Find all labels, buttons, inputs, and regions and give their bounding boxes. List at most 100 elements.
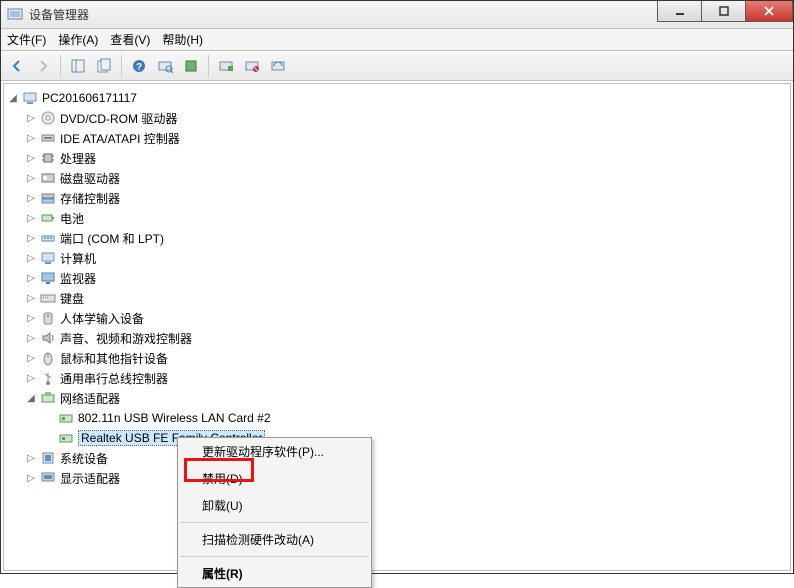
menu-file[interactable]: 文件(F): [7, 31, 46, 48]
category-icon: [40, 370, 56, 386]
category-icon: [40, 190, 56, 206]
tree-item[interactable]: ▷ IDE ATA/ATAPI 控制器: [6, 128, 788, 148]
tree-item-label: 网络适配器: [60, 390, 120, 407]
tree-item[interactable]: ▷ 声音、视频和游戏控制器: [6, 328, 788, 348]
tree-item-label: IDE ATA/ATAPI 控制器: [60, 130, 180, 147]
network-adapter-icon: [58, 410, 74, 426]
menubar: 文件(F) 操作(A) 查看(V) 帮助(H): [1, 29, 793, 51]
network-adapter-icon: [58, 430, 74, 446]
tree-item[interactable]: ▷ 系统设备: [6, 448, 788, 468]
tree-item-label: 显示适配器: [60, 470, 120, 487]
category-icon: [40, 110, 56, 126]
tree-item-label: 电池: [60, 210, 84, 227]
category-icon: [40, 350, 56, 366]
computer-icon: [22, 90, 38, 106]
tree-item[interactable]: ▷ 显示适配器: [6, 468, 788, 488]
expander-icon[interactable]: ▷: [24, 213, 38, 224]
expander-icon[interactable]: ▷: [24, 293, 38, 304]
menu-view[interactable]: 查看(V): [110, 31, 150, 48]
category-icon: [40, 470, 56, 486]
expander-icon[interactable]: ▷: [24, 113, 38, 124]
tree-item[interactable]: ▷ 监视器: [6, 268, 788, 288]
tree-item[interactable]: ▷ 键盘: [6, 288, 788, 308]
back-button[interactable]: [5, 54, 29, 78]
tree-item[interactable]: ▷ 存储控制器: [6, 188, 788, 208]
expander-icon[interactable]: ▷: [24, 173, 38, 184]
category-icon: [40, 250, 56, 266]
category-icon: [40, 310, 56, 326]
tree-item[interactable]: ▷ 端口 (COM 和 LPT): [6, 228, 788, 248]
tree-item-label: 磁盘驱动器: [60, 170, 120, 187]
tree-item[interactable]: ▷ 磁盘驱动器: [6, 168, 788, 188]
category-icon: [40, 290, 56, 306]
context-scan-hardware[interactable]: 扫描检测硬件改动(A): [178, 526, 371, 553]
tree-item-label: 系统设备: [60, 450, 108, 467]
close-button[interactable]: [745, 1, 793, 22]
forward-button[interactable]: [31, 54, 55, 78]
expander-icon[interactable]: ▷: [24, 453, 38, 464]
enable-button[interactable]: [266, 54, 290, 78]
tree-item[interactable]: ◢ 网络适配器: [6, 388, 788, 408]
context-separator: [180, 556, 369, 557]
tree-item-label: 处理器: [60, 150, 96, 167]
tree-child-item[interactable]: Realtek USB FE Family Controller: [6, 428, 788, 448]
expander-icon[interactable]: ◢: [24, 393, 38, 404]
tree-item-label: 计算机: [60, 250, 96, 267]
tree-child-item[interactable]: 802.11n USB Wireless LAN Card #2: [6, 408, 788, 428]
tree-item-label: 人体学输入设备: [60, 310, 144, 327]
uninstall-button[interactable]: [214, 54, 238, 78]
update-driver-button[interactable]: [179, 54, 203, 78]
window-title: 设备管理器: [29, 6, 89, 23]
category-icon: [40, 130, 56, 146]
context-disable[interactable]: 禁用(D): [178, 465, 371, 492]
tree-item[interactable]: ▷ DVD/CD-ROM 驱动器: [6, 108, 788, 128]
toolbar-sep: [60, 55, 61, 77]
expander-icon[interactable]: ▷: [24, 273, 38, 284]
expander-icon[interactable]: ▷: [24, 473, 38, 484]
maximize-button[interactable]: [701, 1, 746, 22]
window-buttons: [658, 1, 793, 22]
context-uninstall[interactable]: 卸载(U): [178, 492, 371, 519]
expander-icon[interactable]: ▷: [24, 153, 38, 164]
device-tree[interactable]: ◢ PC201606171117 ▷ DVD/CD-ROM 驱动器 ▷ IDE …: [3, 83, 791, 571]
context-update-driver[interactable]: 更新驱动程序软件(P)...: [178, 438, 371, 465]
context-menu: 更新驱动程序软件(P)... 禁用(D) 卸载(U) 扫描检测硬件改动(A) 属…: [177, 437, 372, 588]
category-icon: [40, 270, 56, 286]
menu-action[interactable]: 操作(A): [58, 31, 98, 48]
menu-help[interactable]: 帮助(H): [162, 31, 203, 48]
tree-item[interactable]: ▷ 计算机: [6, 248, 788, 268]
tree-item[interactable]: ▷ 通用串行总线控制器: [6, 368, 788, 388]
tree-child-label: 802.11n USB Wireless LAN Card #2: [78, 411, 271, 425]
expander-icon[interactable]: ◢: [6, 93, 20, 104]
disable-button[interactable]: [240, 54, 264, 78]
expander-icon[interactable]: ▷: [24, 333, 38, 344]
expander-icon[interactable]: ▷: [24, 353, 38, 364]
help-button[interactable]: ?: [127, 54, 151, 78]
category-icon: [40, 170, 56, 186]
expander-icon[interactable]: ▷: [24, 313, 38, 324]
minimize-button[interactable]: [657, 1, 702, 22]
expander-icon[interactable]: ▷: [24, 233, 38, 244]
show-hide-tree-button[interactable]: [66, 54, 90, 78]
context-separator: [180, 522, 369, 523]
context-properties-label: 属性(R): [202, 567, 243, 581]
expander-icon[interactable]: ▷: [24, 373, 38, 384]
category-icon: [40, 390, 56, 406]
expander-icon[interactable]: ▷: [24, 133, 38, 144]
tree-root[interactable]: ◢ PC201606171117: [6, 88, 788, 108]
tree-root-label: PC201606171117: [42, 91, 137, 105]
tree-item[interactable]: ▷ 电池: [6, 208, 788, 228]
expander-icon[interactable]: ▷: [24, 193, 38, 204]
expander-icon[interactable]: ▷: [24, 253, 38, 264]
tree-item[interactable]: ▷ 处理器: [6, 148, 788, 168]
category-icon: [40, 230, 56, 246]
scan-hardware-button[interactable]: [153, 54, 177, 78]
category-icon: [40, 150, 56, 166]
tree-item-label: 鼠标和其他指针设备: [60, 350, 168, 367]
device-manager-icon: [7, 7, 23, 23]
svg-text:?: ?: [136, 62, 142, 73]
tree-item[interactable]: ▷ 人体学输入设备: [6, 308, 788, 328]
properties-button[interactable]: [92, 54, 116, 78]
tree-item-label: 键盘: [60, 290, 84, 307]
tree-item[interactable]: ▷ 鼠标和其他指针设备: [6, 348, 788, 368]
